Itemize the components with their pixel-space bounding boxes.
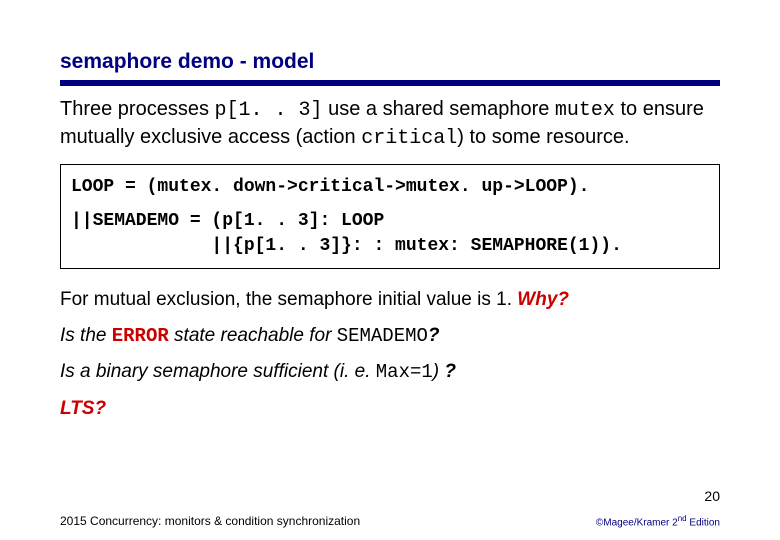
body-1-why: Why? [517, 289, 569, 310]
code-block: LOOP = (mutex. down->critical->mutex. up… [60, 164, 720, 269]
intro-code-3: critical [361, 127, 457, 150]
intro-code-2: mutex [555, 99, 615, 122]
body-line-2: Is the ERROR state reachable for SEMADEM… [60, 323, 720, 350]
code-line-2: ||SEMADEMO = (p[1. . 3]: LOOP [71, 209, 709, 233]
body-1-text: For mutual exclusion, the semaphore init… [60, 289, 517, 310]
copyright-tail: Edition [687, 517, 720, 528]
slide-title: semaphore demo - model [60, 50, 720, 86]
body-line-4: LTS? [60, 396, 720, 422]
footer-left-text: 2015 Concurrency: monitors & condition s… [60, 514, 360, 528]
code-line-3: ||{p[1. . 3]}: : mutex: SEMAPHORE(1)). [71, 234, 709, 258]
page-number: 20 [704, 488, 720, 504]
body-2-b: state reachable for [169, 325, 337, 346]
copyright-prefix: ©Magee/Kramer [596, 517, 672, 528]
body-2-c: ? [428, 325, 440, 346]
body-block: For mutual exclusion, the semaphore init… [60, 287, 720, 422]
body-3-a: Is a [60, 361, 96, 382]
intro-text-2: use a shared semaphore [323, 98, 555, 120]
copyright: ©Magee/Kramer 2nd Edition [596, 514, 720, 528]
intro-paragraph: Three processes p[1. . 3] use a shared s… [60, 96, 720, 152]
intro-code-1: p[1. . 3] [215, 99, 323, 122]
body-line-3: Is a binary semaphore sufficient (i. e. … [60, 359, 720, 386]
body-3-c: sufficient (i. e. [253, 361, 376, 382]
body-3-e: ? [444, 361, 456, 382]
body-2-error-code: ERROR [112, 325, 169, 347]
intro-text-4: ) to some resource. [457, 126, 629, 148]
footer: 2015 Concurrency: monitors & condition s… [0, 514, 780, 528]
body-line-1: For mutual exclusion, the semaphore init… [60, 287, 720, 313]
intro-text-1: Three processes [60, 98, 215, 120]
body-3-code: Max=1 [376, 361, 433, 383]
body-3-d: ) [433, 361, 445, 382]
copyright-sup: nd [678, 514, 687, 523]
code-line-1: LOOP = (mutex. down->critical->mutex. up… [71, 175, 709, 199]
body-2-a: Is the [60, 325, 112, 346]
body-2-semademo-code: SEMADEMO [337, 325, 428, 347]
body-3-b: binary semaphore [96, 361, 253, 382]
